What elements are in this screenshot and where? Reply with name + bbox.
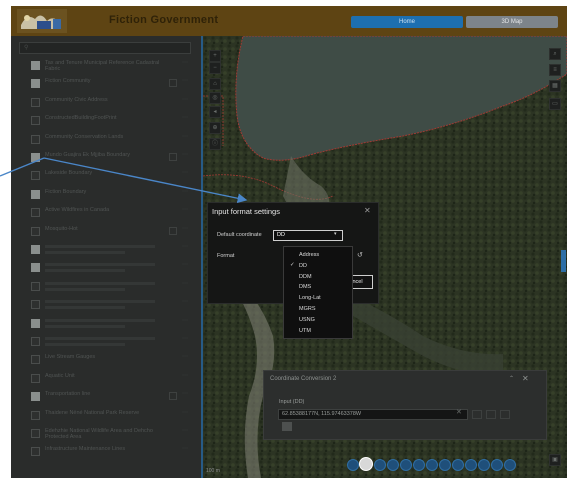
annotation-arrows <box>0 157 248 204</box>
pointer-arrow-tail <box>0 157 45 177</box>
pointer-arrow <box>43 157 248 204</box>
